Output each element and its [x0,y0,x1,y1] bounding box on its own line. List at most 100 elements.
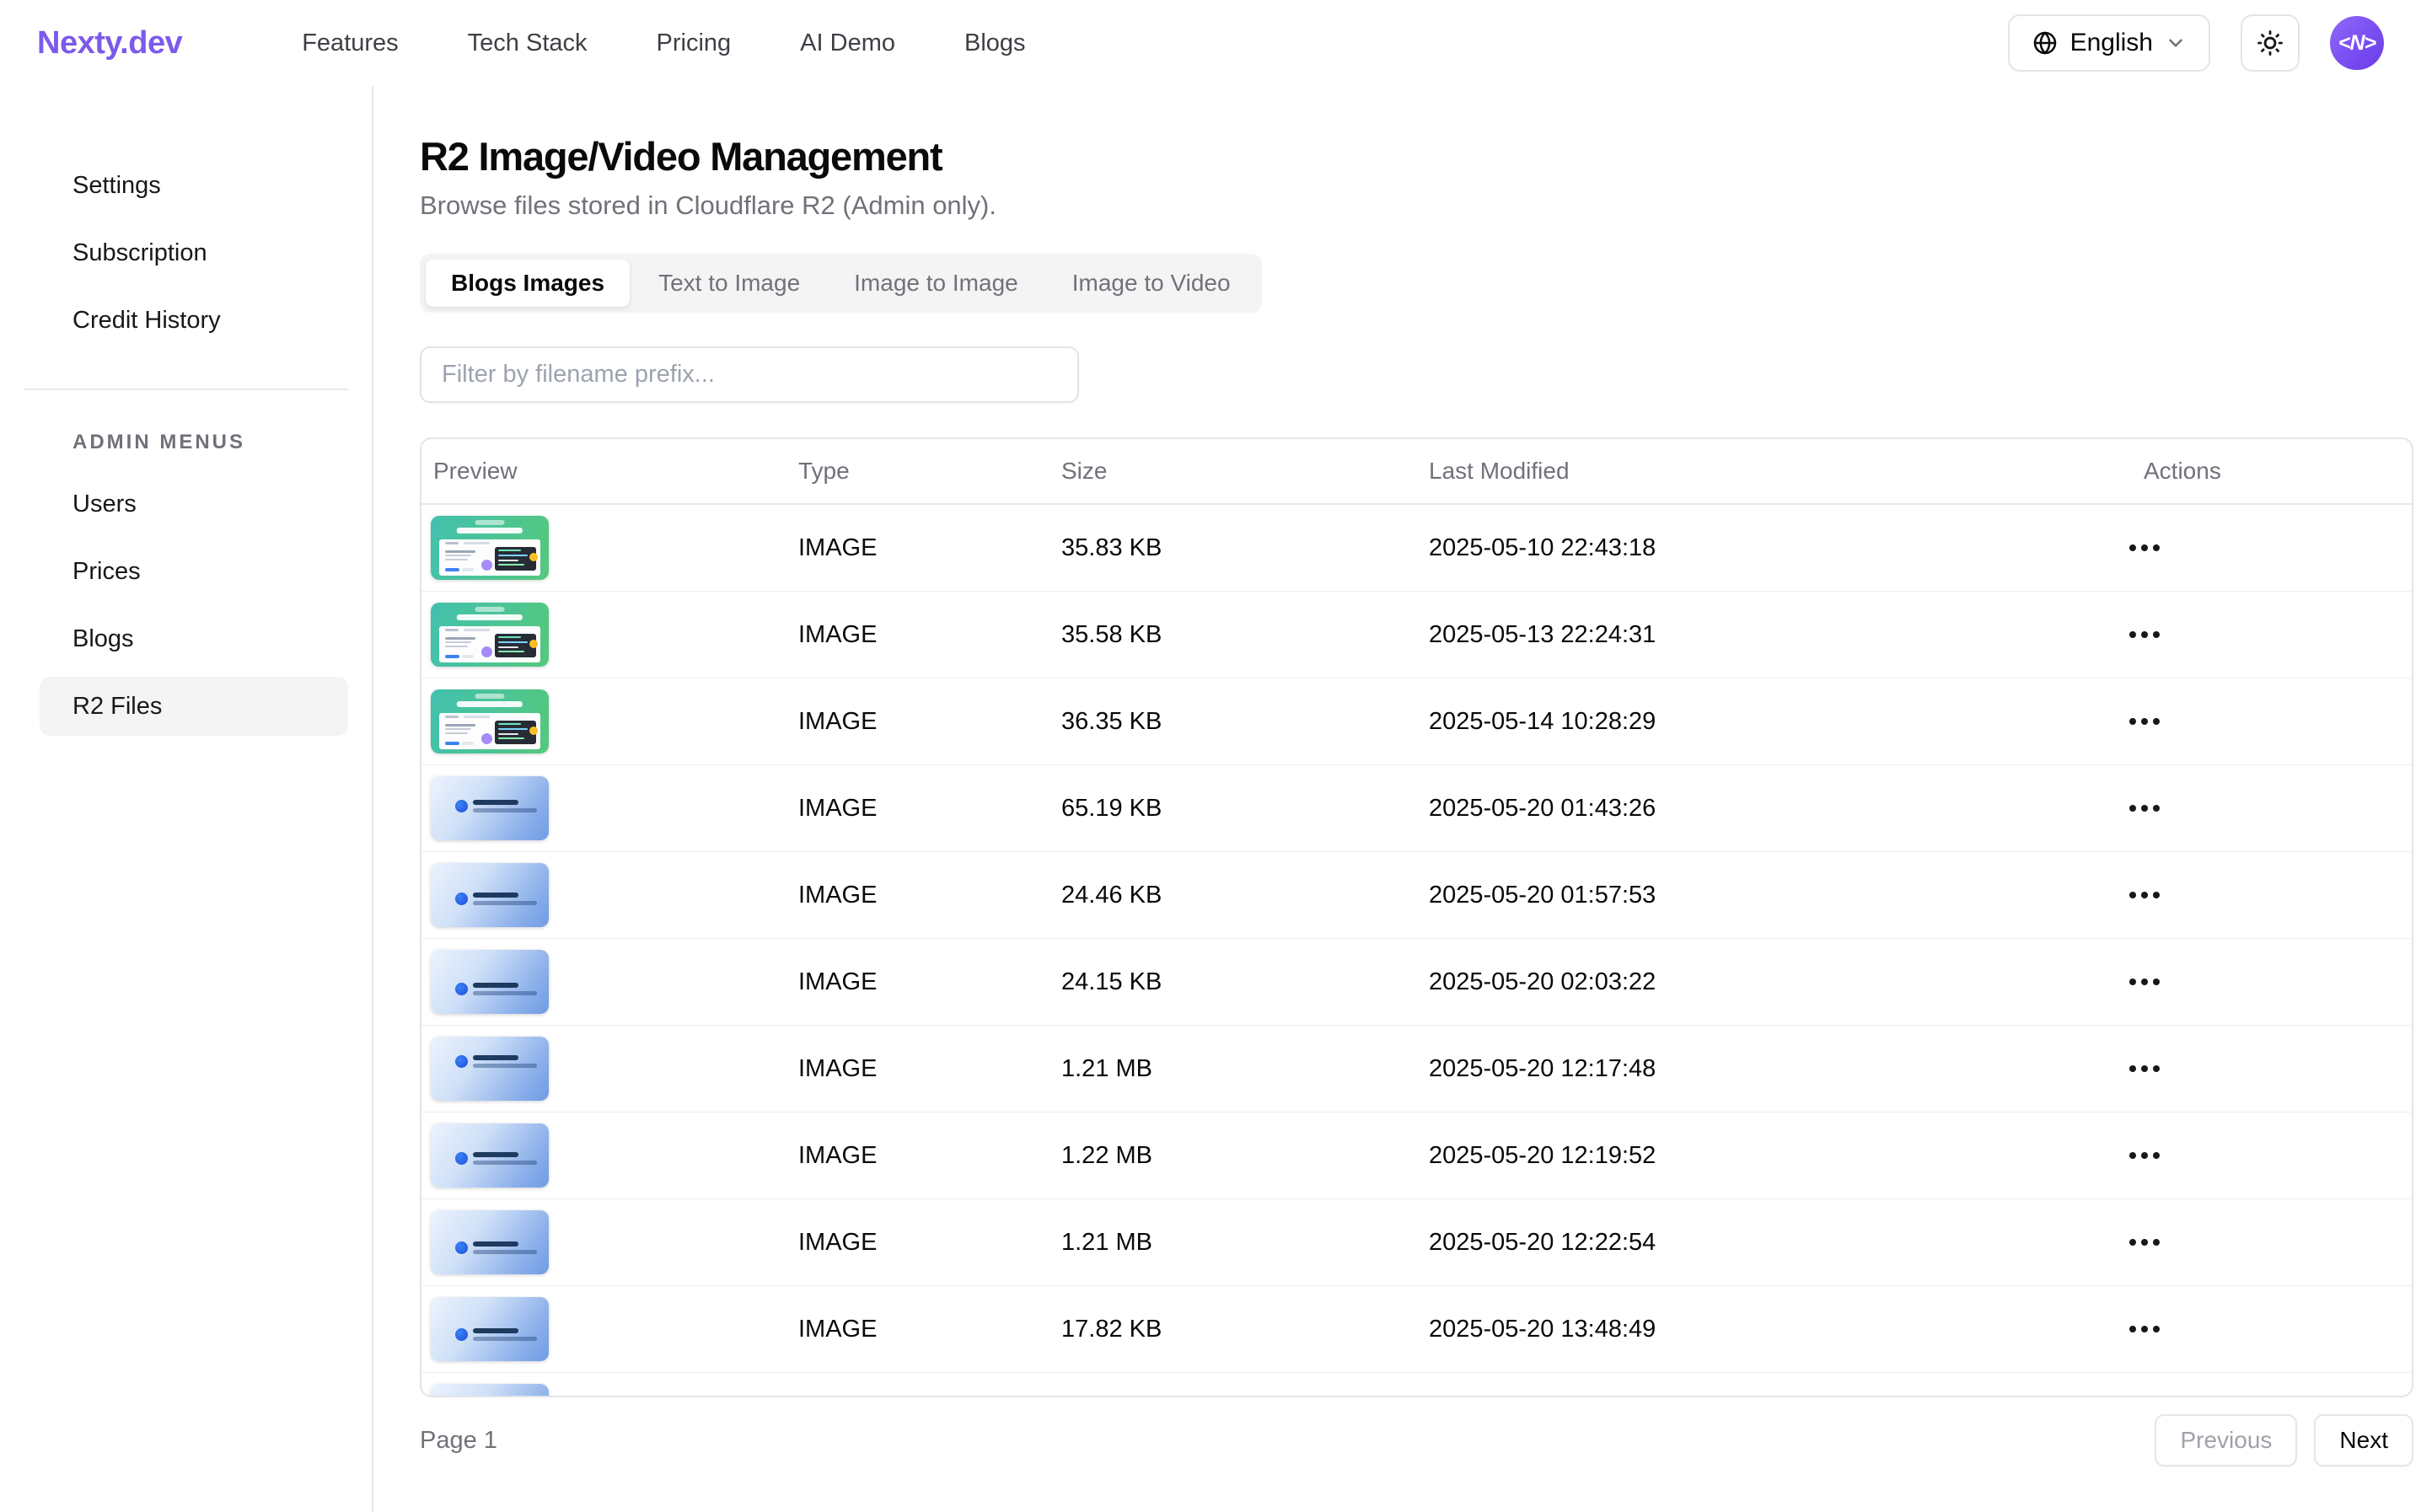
file-type: IMAGE [798,795,1061,823]
table-row: IMAGE1.22 MB2025-05-20 12:19:52 [421,1113,2412,1199]
file-type: IMAGE [798,1316,1061,1343]
chevron-down-icon [2165,32,2187,54]
file-type: IMAGE [798,534,1061,562]
sidebar-item-prices[interactable]: Prices [40,542,348,601]
file-type: IMAGE [798,621,1061,649]
sidebar-item-blogs[interactable]: Blogs [40,609,348,668]
file-thumbnail[interactable] [431,1123,549,1188]
file-size: 24.15 KB [1061,968,1429,996]
sidebar-item-settings[interactable]: Settings [40,156,348,215]
globe-icon [2032,29,2059,56]
file-type: IMAGE [798,968,1061,996]
row-actions-ellipsis-icon[interactable] [2124,1317,2165,1341]
table-row: IMAGE65.19 KB2025-05-20 01:43:26 [421,765,2412,852]
row-actions-ellipsis-icon[interactable] [2124,796,2165,820]
language-selector[interactable]: English [2008,14,2210,72]
preview-cell [421,1037,798,1101]
preview-cell [421,1210,798,1274]
file-thumbnail[interactable] [431,950,549,1014]
tab-image-to-image[interactable]: Image to Image [829,260,1044,307]
row-actions-ellipsis-icon[interactable] [2124,710,2165,733]
file-type: IMAGE [798,708,1061,736]
table-row: IMAGE1.21 MB2025-05-20 12:17:48 [421,1026,2412,1113]
actions-cell [2124,1231,2412,1254]
file-thumbnail[interactable] [431,776,549,840]
file-type: IMAGE [798,882,1061,909]
previous-page-button[interactable]: Previous [2155,1414,2297,1466]
actions-cell [2124,970,2412,994]
row-actions-ellipsis-icon[interactable] [2124,883,2165,907]
actions-cell [2124,710,2412,733]
preview-cell [421,776,798,840]
nav-link-tech-stack[interactable]: Tech Stack [468,29,588,57]
actions-cell [2124,1057,2412,1080]
next-page-button[interactable]: Next [2314,1414,2413,1466]
actions-cell [2124,1317,2412,1341]
row-actions-ellipsis-icon[interactable] [2124,970,2165,994]
sidebar-item-subscription[interactable]: Subscription [40,223,348,282]
file-last-modified: 2025-05-20 12:19:52 [1429,1142,2124,1170]
row-actions-ellipsis-icon[interactable] [2124,536,2165,560]
tab-blogs-images[interactable]: Blogs Images [426,260,630,307]
file-thumbnail[interactable] [431,603,549,667]
actions-cell [2124,796,2412,820]
sidebar-item-users[interactable]: Users [40,475,348,533]
file-type: IMAGE [798,1055,1061,1083]
page-subtitle: Browse files stored in Cloudflare R2 (Ad… [420,190,2413,221]
tabs-bar: Blogs ImagesText to ImageImage to ImageI… [420,254,1262,313]
page-title: R2 Image/Video Management [420,133,2413,180]
file-size: 24.46 KB [1061,882,1429,909]
table-body: IMAGE35.83 KB2025-05-10 22:43:18IMAGE35.… [421,505,2412,1397]
table-row: IMAGE24.46 KB2025-05-20 01:57:53 [421,852,2412,939]
header-actions: English <N> [2008,0,2384,86]
tab-text-to-image[interactable]: Text to Image [633,260,825,307]
preview-cell [421,603,798,667]
nav-link-pricing[interactable]: Pricing [657,29,732,57]
table-row: IMAGE35.58 KB2025-05-13 22:24:31 [421,592,2412,678]
table-row: IMAGE36.35 KB2025-05-14 10:28:29 [421,678,2412,765]
theme-toggle-button[interactable] [2241,14,2300,72]
actions-cell [2124,883,2412,907]
file-last-modified: 2025-05-14 10:28:29 [1429,708,2124,736]
file-thumbnail[interactable] [431,1037,549,1101]
filename-filter-input[interactable] [420,346,1079,403]
column-header-preview: Preview [421,458,798,485]
nav-link-ai-demo[interactable]: AI Demo [800,29,895,57]
preview-cell [421,516,798,580]
logo[interactable]: Nexty.dev [37,25,182,62]
file-last-modified: 2025-05-10 22:43:18 [1429,534,2124,562]
table-header-row: PreviewTypeSizeLast ModifiedActions [421,439,2412,505]
table-row: IMAGE24.15 KB2025-05-20 02:03:22 [421,939,2412,1026]
file-thumbnail[interactable] [431,1297,549,1361]
file-last-modified: 2025-05-20 02:03:22 [1429,968,2124,996]
row-actions-ellipsis-icon[interactable] [2124,1231,2165,1254]
file-thumbnail[interactable] [431,1384,549,1397]
actions-cell [2124,1144,2412,1167]
file-thumbnail[interactable] [431,516,549,580]
sidebar-divider [24,389,348,390]
row-actions-ellipsis-icon[interactable] [2124,1144,2165,1167]
sidebar-main-nav: Settings Subscription Credit History [0,156,372,350]
file-thumbnail[interactable] [431,1210,549,1274]
preview-cell [421,689,798,753]
table-row: IMAGE1.21 MB2025-05-20 12:22:54 [421,1199,2412,1286]
file-thumbnail[interactable] [431,689,549,753]
sidebar-item-r2-files[interactable]: R2 Files [40,677,348,736]
file-last-modified: 2025-05-13 22:24:31 [1429,621,2124,649]
file-size: 35.58 KB [1061,621,1429,649]
row-actions-ellipsis-icon[interactable] [2124,623,2165,646]
admin-menus-heading: ADMIN MENUS [72,431,372,454]
avatar[interactable]: <N> [2330,16,2384,70]
nav-link-features[interactable]: Features [302,29,398,57]
main-content: R2 Image/Video Management Browse files s… [420,86,2413,1466]
sidebar-item-credit-history[interactable]: Credit History [40,291,348,350]
file-type: IMAGE [798,1142,1061,1170]
tab-image-to-video[interactable]: Image to Video [1047,260,1256,307]
file-thumbnail[interactable] [431,863,549,927]
preview-cell [421,1297,798,1361]
file-size: 36.35 KB [1061,708,1429,736]
nav-link-blogs[interactable]: Blogs [964,29,1026,57]
row-actions-ellipsis-icon[interactable] [2124,1057,2165,1080]
file-size: 17.82 KB [1061,1316,1429,1343]
file-last-modified: 2025-05-20 12:17:48 [1429,1055,2124,1083]
